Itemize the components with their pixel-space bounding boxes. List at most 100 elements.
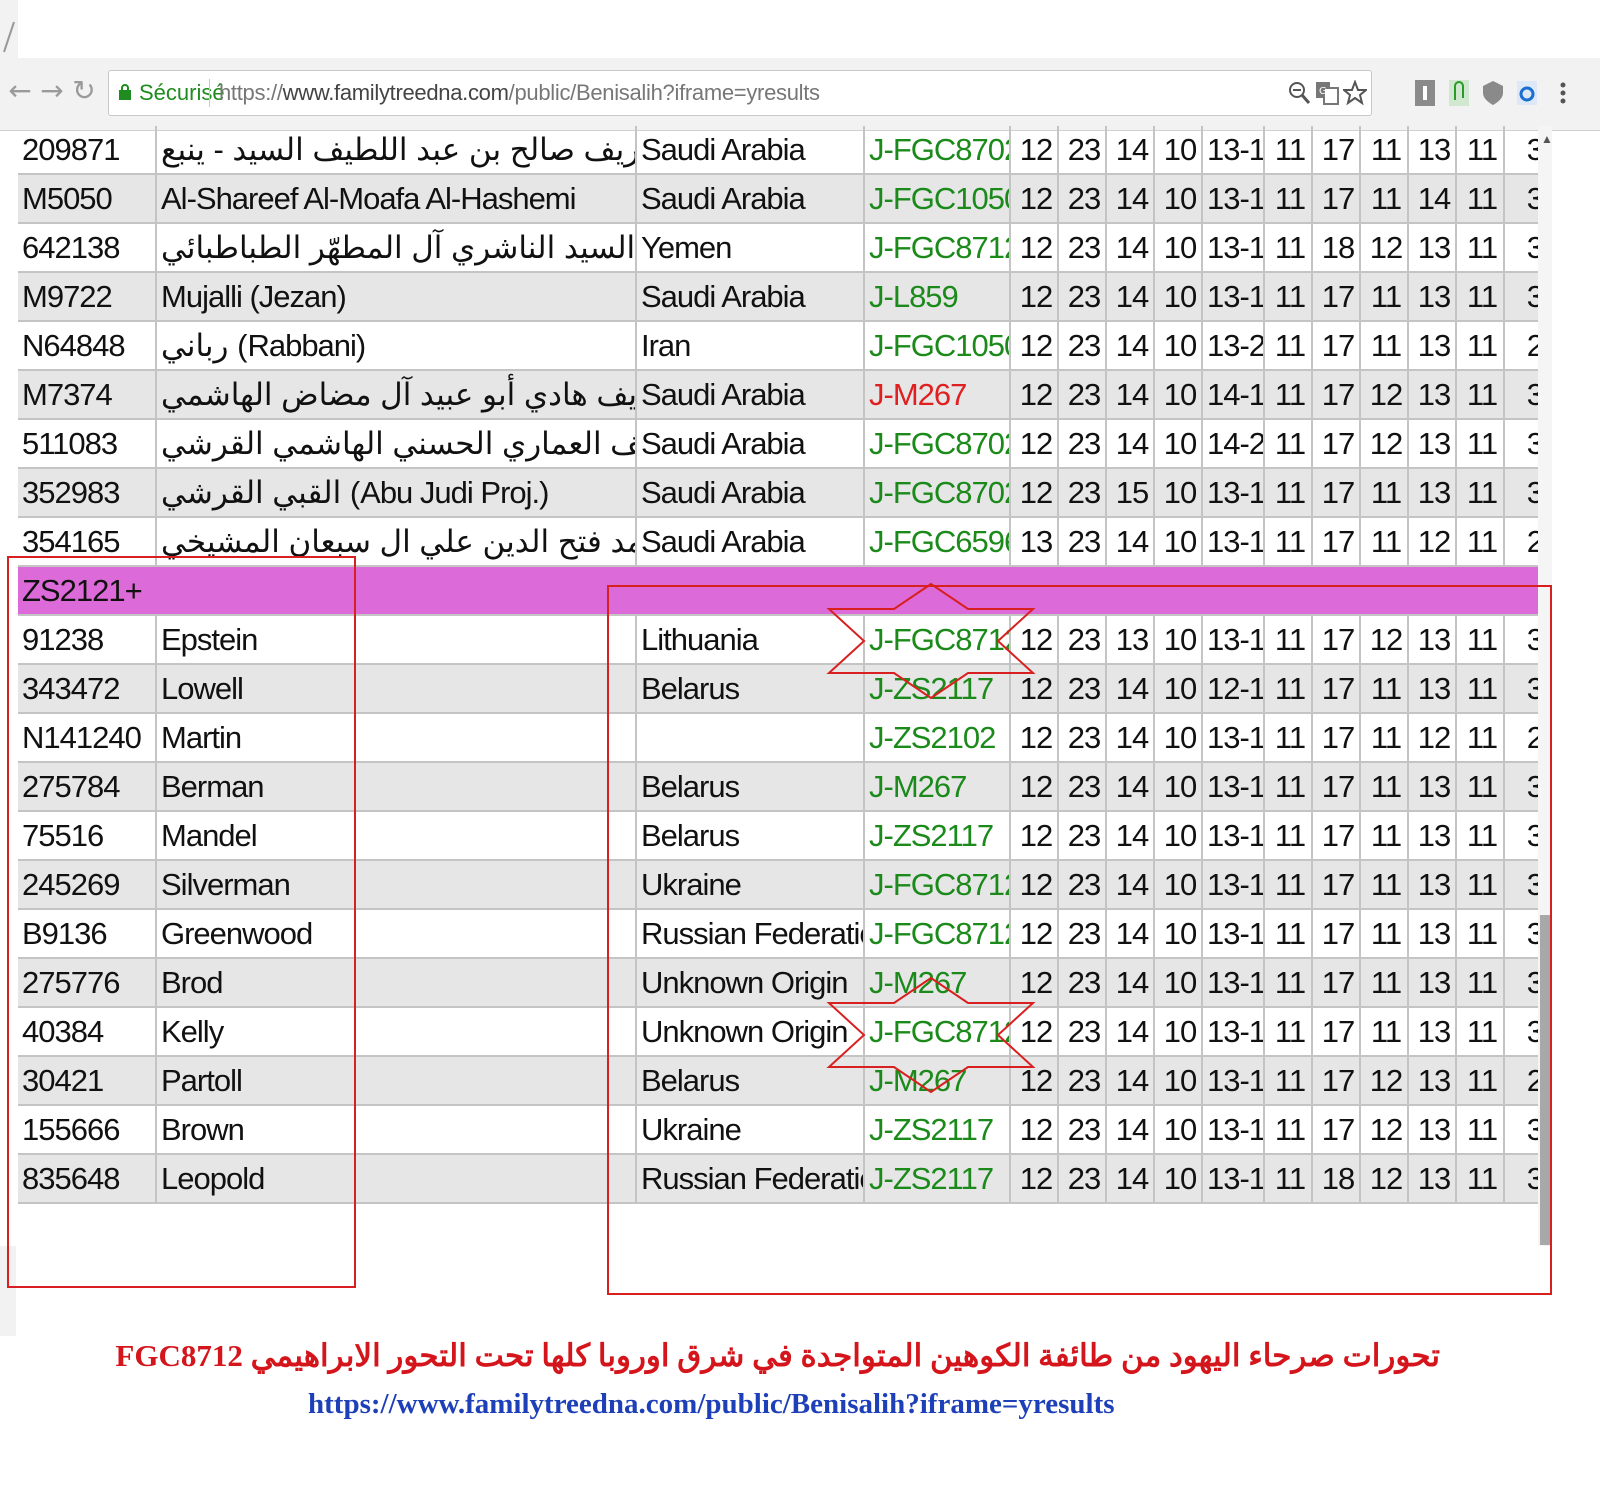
marker-cell: 11 [1456,370,1505,420]
marker-cell: 10 [1154,517,1203,567]
marker-cell: 11 [1456,321,1505,371]
star-icon[interactable] [1343,80,1367,106]
marker-cell: 13-18 [1202,126,1265,175]
country-cell: Iran [636,321,865,371]
marker-cell: 14-20 [1202,419,1265,469]
marker-cell: 14 [1106,419,1155,469]
kit-number-cell[interactable]: 642138 [18,223,157,273]
marker-cell: 17 [1312,370,1361,420]
marker-cell: 11 [1360,321,1409,371]
kit-number-cell[interactable]: M7374 [18,370,157,420]
haplogroup-cell[interactable]: J-M267 [864,370,1011,420]
marker-cell: 17 [1312,321,1361,371]
haplogroup-cell[interactable]: J-FGC10500 [864,174,1011,224]
marker-cell: 11 [1360,174,1409,224]
kit-number-cell[interactable]: 352983 [18,468,157,518]
marker-cell: 17 [1312,517,1361,567]
marker-cell: 11 [1360,517,1409,567]
country-cell: Saudi Arabia [636,419,865,469]
marker-cell: 17 [1312,468,1361,518]
back-arrow-icon[interactable]: ← [6,74,34,108]
address-bar[interactable]: Sécurisé https://www.familytreedna.com/p… [108,70,1372,116]
table-row: 511083الشريف العماري الحسني الهاشمي القر… [18,419,1538,469]
marker-cell: 30 [1504,223,1538,273]
marker-cell: 12 [1360,419,1409,469]
marker-cell: 23 [1058,223,1107,273]
kit-number-cell[interactable]: 209871 [18,126,157,175]
country-cell: Saudi Arabia [636,517,865,567]
table-row: 642138 السيد الناشري آل المطهّر الطباطبائ… [18,223,1538,273]
marker-cell: 13 [1408,419,1457,469]
paperclip-icon[interactable] [1446,78,1472,108]
marker-cell: 23 [1058,370,1107,420]
kit-number-cell[interactable]: N64848 [18,321,157,371]
marker-cell: 13 [1408,468,1457,518]
marker-cell: 30 [1504,370,1538,420]
name-cell: Mujalli (Jezan) [156,272,637,322]
marker-cell: 12 [1010,321,1059,371]
url-text[interactable]: https://www.familytreedna.com/public/Ben… [219,80,820,106]
country-cell: Yemen [636,223,865,273]
marker-cell: 10 [1154,321,1203,371]
forward-arrow-icon[interactable]: → [38,74,66,108]
name-cell: القبي القرشي (Abu Judi Proj.) [156,468,637,518]
marker-cell: 10 [1154,468,1203,518]
marker-cell: 13-20 [1202,321,1265,371]
marker-cell: 12 [1010,468,1059,518]
haplogroup-cell[interactable]: J-FGC8702 [864,468,1011,518]
marker-cell: 14 [1106,517,1155,567]
marker-cell: 13 [1408,126,1457,175]
marker-cell: 13 [1408,370,1457,420]
marker-cell: 11 [1456,126,1505,175]
scroll-up-arrow-icon[interactable]: ▲ [1541,132,1553,146]
marker-cell: 11 [1360,126,1409,175]
name-cell: Al-Shareef Al-Moafa Al-Hashemi [156,174,637,224]
kit-number-cell[interactable]: 511083 [18,419,157,469]
marker-cell: 13-18 [1202,223,1265,273]
marker-cell: 18 [1312,223,1361,273]
marker-cell: 11 [1264,321,1313,371]
marker-cell: 13 [1408,321,1457,371]
marker-cell: 11 [1264,126,1313,175]
marker-cell: 23 [1058,321,1107,371]
circle-o-icon[interactable] [1514,78,1540,108]
zoom-icon[interactable] [1287,80,1311,106]
haplogroup-cell[interactable]: J-FGC65960 [864,517,1011,567]
marker-cell: 10 [1154,174,1203,224]
kit-number-cell[interactable]: M5050 [18,174,157,224]
browser-toolbar: ← → ↻ Sécurisé https://www.familytreedna… [0,58,1600,131]
marker-cell: 14 [1106,126,1155,175]
marker-cell: 11 [1456,468,1505,518]
menu-dots-icon[interactable] [1550,78,1576,108]
haplogroup-cell[interactable]: J-FGC8702 [864,419,1011,469]
shield-icon[interactable] [1480,78,1506,108]
extension-icon[interactable] [1412,78,1438,108]
marker-cell: 13-18 [1202,174,1265,224]
marker-cell: 13 [1408,223,1457,273]
marker-cell: 10 [1154,126,1203,175]
secure-label: Sécurisé [139,80,225,105]
name-cell: الشريف هادي أبو عبيد آل مضاض الهاشمي [156,370,637,420]
annotation-star-icon [826,976,1036,1094]
haplogroup-cell[interactable]: J-L859 [864,272,1011,322]
marker-cell: 11 [1264,468,1313,518]
marker-cell: 11 [1456,223,1505,273]
translate-icon[interactable]: G [1315,80,1339,106]
marker-cell: 13 [1408,272,1457,322]
name-cell: رباني (Rabbani) [156,321,637,371]
marker-cell: 17 [1312,174,1361,224]
kit-number-cell[interactable]: M9722 [18,272,157,322]
marker-cell: 12 [1010,126,1059,175]
haplogroup-cell[interactable]: J-FGC8702 [864,126,1011,175]
marker-cell: 10 [1154,223,1203,273]
marker-cell: 30 [1504,272,1538,322]
table-row: M7374الشريف هادي أبو عبيد آل مضاض الهاشم… [18,370,1538,420]
reload-icon[interactable]: ↻ [70,74,98,108]
marker-cell: 11 [1360,468,1409,518]
annotation-box-markers [607,585,1552,1295]
table-row: M9722 Mujalli (Jezan) Saudi Arabia J-L859 12… [18,272,1538,322]
haplogroup-cell[interactable]: J-FGC10500 [864,321,1011,371]
marker-cell: 17 [1312,126,1361,175]
name-cell: الشريف العماري الحسني الهاشمي القرشي [156,419,637,469]
haplogroup-cell[interactable]: J-FGC8712 [864,223,1011,273]
